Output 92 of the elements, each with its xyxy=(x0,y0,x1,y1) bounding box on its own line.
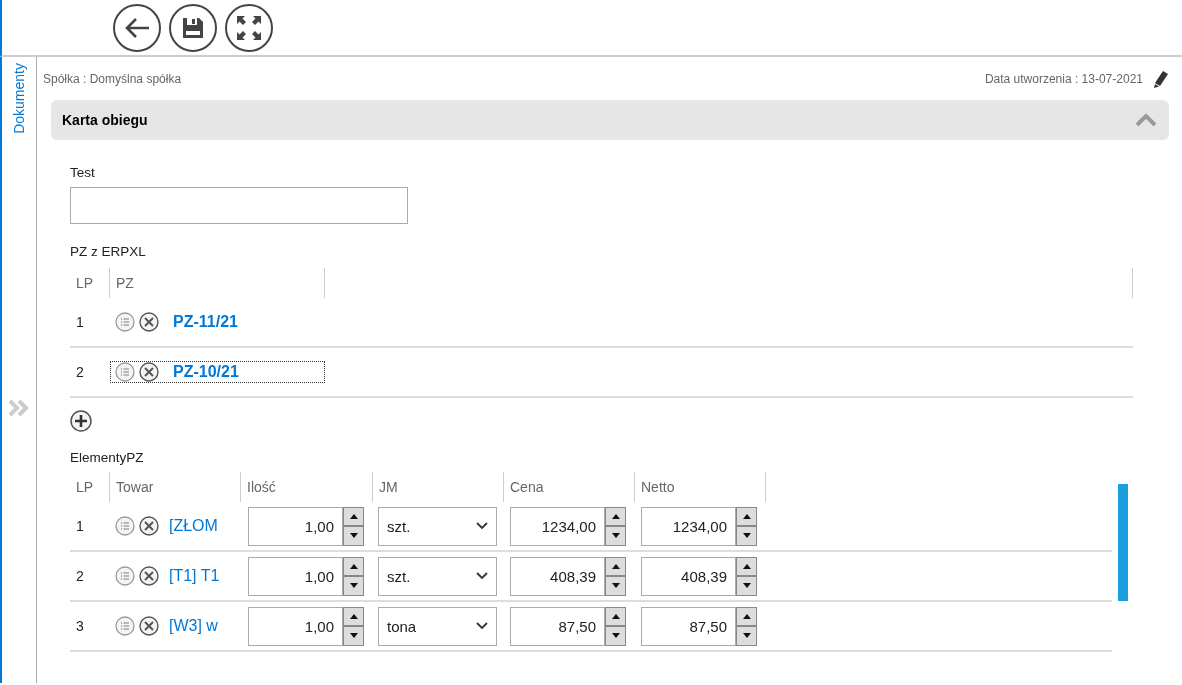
focused-cell[interactable]: PZ-10/21 xyxy=(110,361,325,383)
column-header: LP xyxy=(70,472,110,502)
column-header: LP xyxy=(70,268,110,298)
column-header: Ilość xyxy=(241,472,373,502)
test-input-field[interactable] xyxy=(70,187,408,224)
caret-down-icon xyxy=(742,533,751,539)
spin-up-button[interactable] xyxy=(343,506,364,526)
price-field[interactable]: 87,50 xyxy=(510,606,605,646)
row-number: 1 xyxy=(75,518,85,534)
caret-up-icon xyxy=(349,613,358,619)
spin-down-button[interactable] xyxy=(605,526,626,546)
caret-down-icon xyxy=(742,633,751,639)
table-cell[interactable]: PZ-11/21 xyxy=(110,311,325,333)
document-link[interactable]: PZ-11/21 xyxy=(173,313,238,331)
caret-down-icon xyxy=(349,583,358,589)
product-link[interactable]: [ZŁOM xyxy=(169,517,218,535)
fullscreen-button[interactable] xyxy=(225,3,273,52)
spin-up-button[interactable] xyxy=(605,606,626,626)
spin-down-button[interactable] xyxy=(605,576,626,596)
spin-down-button[interactable] xyxy=(736,576,757,596)
created-date: Data utworzenia : 13-07-2021 xyxy=(984,72,1143,86)
product-link[interactable]: [W3] w xyxy=(169,617,218,635)
caret-down-icon xyxy=(349,533,358,539)
remove-icon[interactable] xyxy=(139,566,159,586)
quantity-field[interactable]: 1,00 xyxy=(248,556,343,596)
column-header: PZ xyxy=(110,268,325,298)
spin-down-button[interactable] xyxy=(605,626,626,646)
net-field[interactable]: 87,50 xyxy=(641,606,736,646)
caret-down-icon xyxy=(742,583,751,589)
price-field[interactable]: 408,39 xyxy=(510,556,605,596)
quantity-field[interactable]: 1,00 xyxy=(248,606,343,646)
caret-up-icon xyxy=(349,563,358,569)
chevron-down-icon xyxy=(476,622,488,630)
spin-up-button[interactable] xyxy=(343,556,364,576)
caret-up-icon xyxy=(742,613,751,619)
sidebar-tab[interactable]: Dokumenty xyxy=(11,63,27,134)
column-header: Towar xyxy=(110,472,241,502)
table-label: ElementyPZ xyxy=(70,450,145,465)
column-header: JM xyxy=(373,472,504,502)
net-field[interactable]: 1234,00 xyxy=(641,506,736,546)
unit-dropdown[interactable]: szt. xyxy=(378,556,497,596)
caret-up-icon xyxy=(349,513,358,519)
caret-up-icon xyxy=(611,613,620,619)
back-button[interactable] xyxy=(113,3,161,52)
caret-up-icon xyxy=(742,563,751,569)
caret-up-icon xyxy=(611,563,620,569)
spin-down-button[interactable] xyxy=(343,576,364,596)
spin-up-button[interactable] xyxy=(736,506,757,526)
price-field[interactable]: 1234,00 xyxy=(510,506,605,546)
spin-down-button[interactable] xyxy=(736,526,757,546)
remove-icon[interactable] xyxy=(139,616,159,636)
document-link[interactable]: PZ-10/21 xyxy=(173,363,239,381)
pencil-icon[interactable] xyxy=(1153,70,1169,88)
quantity-field[interactable]: 1,00 xyxy=(248,506,343,546)
scrollbar-thumb[interactable] xyxy=(1118,484,1128,601)
spin-up-button[interactable] xyxy=(605,556,626,576)
arrow-left-icon xyxy=(124,16,150,39)
spin-up-button[interactable] xyxy=(736,606,757,626)
save-button[interactable] xyxy=(169,3,217,52)
field-label: Test xyxy=(70,165,96,180)
product-link[interactable]: [T1] T1 xyxy=(169,567,220,585)
unit-dropdown[interactable]: tona xyxy=(378,606,497,646)
row-number: 2 xyxy=(75,364,85,380)
spin-down-button[interactable] xyxy=(343,626,364,646)
fullscreen-icon xyxy=(236,14,262,41)
caret-up-icon xyxy=(611,513,620,519)
spin-up-button[interactable] xyxy=(343,606,364,626)
remove-icon[interactable] xyxy=(139,516,159,536)
row-number: 3 xyxy=(75,618,85,634)
row-number: 1 xyxy=(75,314,85,330)
chevron-down-icon xyxy=(476,522,488,530)
column-header: Cena xyxy=(504,472,635,502)
chevron-down-icon xyxy=(476,572,488,580)
caret-down-icon xyxy=(611,583,620,589)
remove-icon[interactable] xyxy=(139,312,159,332)
company-label: Spółka : Domyślna spółka xyxy=(43,72,182,86)
caret-down-icon xyxy=(349,633,358,639)
caret-up-icon xyxy=(742,513,751,519)
spin-down-button[interactable] xyxy=(736,626,757,646)
spin-up-button[interactable] xyxy=(605,506,626,526)
caret-down-icon xyxy=(611,633,620,639)
table-label: PZ z ERPXL xyxy=(70,244,147,259)
column-header: Netto xyxy=(635,472,766,502)
add-icon[interactable] xyxy=(70,410,92,432)
spin-up-button[interactable] xyxy=(736,556,757,576)
net-field[interactable]: 408,39 xyxy=(641,556,736,596)
remove-icon[interactable] xyxy=(139,362,159,382)
row-number: 2 xyxy=(75,568,85,584)
section-header[interactable]: Karta obiegu xyxy=(51,100,1169,140)
unit-dropdown[interactable]: szt. xyxy=(378,506,497,546)
spin-down-button[interactable] xyxy=(343,526,364,546)
caret-down-icon xyxy=(611,533,620,539)
